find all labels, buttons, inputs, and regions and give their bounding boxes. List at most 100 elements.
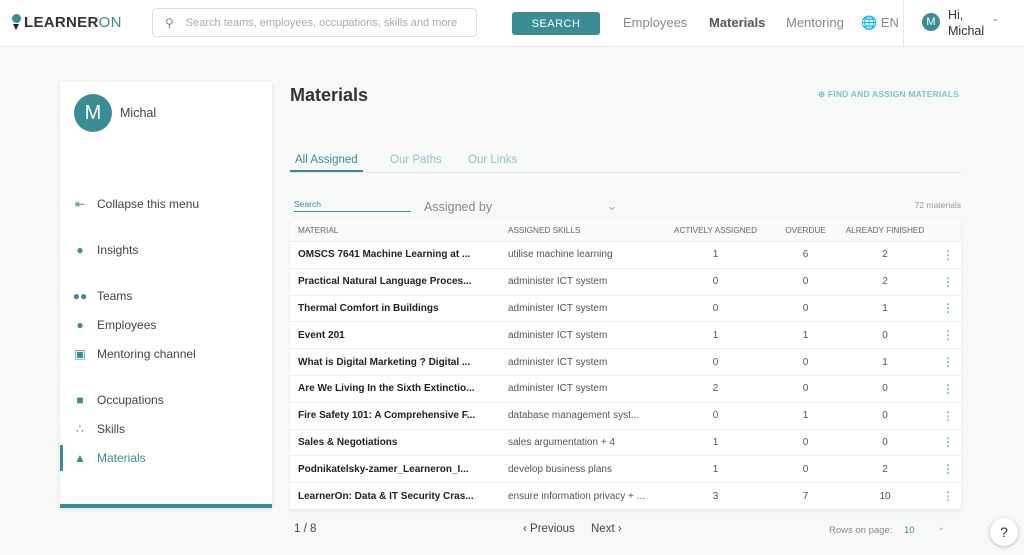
table-row[interactable]: Thermal Comfort in Buildings administer I… bbox=[290, 296, 961, 323]
lightbulb-icon: ● bbox=[76, 243, 84, 257]
language-selector[interactable]: 🌐 EN bbox=[861, 15, 899, 31]
material-name[interactable]: Sales & Negotiations bbox=[290, 437, 500, 448]
nav-employees[interactable]: Employees bbox=[623, 15, 687, 30]
already-finished: 1 bbox=[882, 302, 888, 314]
assigned-skills: sales argumentation + 4 bbox=[508, 436, 616, 448]
more-options-icon[interactable]: ⋮ bbox=[935, 489, 961, 503]
sidebar-item-mentoring-channel[interactable]: ▣ Mentoring channel bbox=[60, 341, 272, 367]
next-button[interactable]: Next › bbox=[591, 523, 622, 535]
material-name[interactable]: LearnerOn: Data & IT Security Cras... bbox=[290, 491, 500, 502]
already-finished: 2 bbox=[882, 463, 888, 475]
find-and-assign-materials-link[interactable]: ⊕ FIND AND ASSIGN MATERIALS bbox=[818, 89, 959, 100]
table-row[interactable]: Fire Safety 101: A Comprehensive F... dat… bbox=[290, 403, 961, 430]
skills-icon: ∴ bbox=[76, 422, 84, 436]
chevron-down-icon: ⌄ bbox=[937, 522, 945, 533]
table-row[interactable]: Podnikatelsky-zamer_Learneron_I... develo… bbox=[290, 456, 961, 484]
tab-our-links[interactable]: Our Links bbox=[468, 154, 517, 166]
rows-per-page-select[interactable]: 10 ⌄ bbox=[904, 522, 949, 536]
help-button[interactable]: ? bbox=[990, 518, 1018, 546]
briefcase-icon: ■ bbox=[76, 393, 84, 407]
table-row[interactable]: Sales & Negotiations sales argumentation … bbox=[290, 430, 961, 457]
assigned-skills: database management syst... bbox=[508, 410, 640, 422]
assigned-skills: administer ICT system bbox=[508, 383, 608, 395]
plus-circle-icon: ⊕ bbox=[818, 89, 826, 99]
already-finished: 0 bbox=[882, 436, 888, 448]
sidebar-item-occupations[interactable]: ■ Occupations bbox=[60, 387, 272, 413]
rows-per-page-label: Rows on page: bbox=[829, 525, 893, 536]
already-finished: 0 bbox=[882, 410, 888, 422]
table-row[interactable]: Are We Living In the Sixth Extinctio... a… bbox=[290, 376, 961, 403]
more-options-icon[interactable]: ⋮ bbox=[935, 275, 961, 289]
column-header[interactable]: ACTIVELY ASSIGNED bbox=[655, 226, 776, 235]
sidebar-item-label: Mentoring channel bbox=[97, 347, 196, 361]
more-options-icon[interactable]: ⋮ bbox=[935, 328, 961, 342]
table-row[interactable]: What is Digital Marketing ? Digital ... a… bbox=[290, 349, 961, 376]
column-header[interactable]: OVERDUE bbox=[776, 226, 835, 235]
column-header[interactable]: MATERIAL bbox=[290, 226, 500, 235]
top-bar: LEARNERON ⚲ Search teams, employees, occu… bbox=[0, 0, 1024, 47]
previous-button[interactable]: ‹ Previous bbox=[523, 523, 575, 535]
assigned-skills: administer ICT system bbox=[508, 329, 608, 341]
nav-materials[interactable]: Materials bbox=[709, 15, 765, 30]
table-search-input[interactable]: Search bbox=[294, 199, 411, 212]
column-header[interactable]: ALREADY FINISHED bbox=[835, 226, 935, 235]
person-icon: ● bbox=[76, 318, 84, 332]
table-row[interactable]: Event 201 administer ICT system 1 1 0 ⋮ bbox=[290, 322, 961, 350]
material-name[interactable]: Practical Natural Language Proces... bbox=[290, 276, 500, 287]
actively-assigned: 0 bbox=[712, 410, 719, 422]
sidebar-item-insights[interactable]: ● Insights bbox=[60, 237, 272, 263]
material-name[interactable]: Event 201 bbox=[290, 330, 500, 341]
tab-our-paths[interactable]: Our Paths bbox=[390, 154, 442, 166]
material-name[interactable]: Podnikatelsky-zamer_Learneron_I... bbox=[290, 464, 500, 475]
table-row[interactable]: LearnerOn: Data & IT Security Cras... ens… bbox=[290, 483, 961, 510]
user-menu[interactable]: M Hi, Michal ⌄ bbox=[903, 0, 1024, 47]
table-row[interactable]: OMSCS 7641 Machine Learning at ... utilis… bbox=[290, 242, 961, 269]
more-options-icon[interactable]: ⋮ bbox=[935, 462, 961, 476]
assigned-skills: utilise machine learning bbox=[508, 249, 613, 261]
sidebar-item-materials[interactable]: ▲ Materials bbox=[60, 445, 272, 471]
more-options-icon[interactable]: ⋮ bbox=[935, 301, 961, 315]
overdue: 7 bbox=[802, 490, 809, 502]
sidebar-item-skills[interactable]: ∴ Skills bbox=[60, 416, 272, 442]
more-options-icon[interactable]: ⋮ bbox=[935, 248, 961, 262]
tab-all-assigned[interactable]: All Assigned bbox=[290, 154, 363, 172]
sidebar-item-label: Insights bbox=[97, 243, 139, 257]
more-options-icon[interactable]: ⋮ bbox=[935, 435, 961, 449]
already-finished: 0 bbox=[882, 383, 888, 395]
chevron-down-icon: ⌄ bbox=[606, 199, 617, 213]
more-options-icon[interactable]: ⋮ bbox=[935, 355, 961, 369]
already-finished: 2 bbox=[882, 249, 888, 261]
material-name[interactable]: What is Digital Marketing ? Digital ... bbox=[290, 357, 500, 368]
logo[interactable]: LEARNERON bbox=[12, 14, 122, 31]
search-button[interactable]: SEARCH bbox=[512, 12, 600, 35]
chevron-right-icon: › bbox=[617, 523, 622, 535]
overdue: 0 bbox=[802, 276, 809, 288]
rows-per-page-value: 10 bbox=[904, 525, 915, 536]
overdue: 0 bbox=[802, 436, 809, 448]
assigned-by-select[interactable]: Assigned by ⌄ bbox=[424, 199, 617, 214]
next-label: Next bbox=[591, 523, 615, 535]
assigned-skills: ensure information privacy + ... bbox=[508, 490, 646, 502]
material-name[interactable]: Are We Living In the Sixth Extinctio... bbox=[290, 383, 500, 394]
sidebar-avatar: M bbox=[74, 94, 112, 132]
table-row[interactable]: Practical Natural Language Proces... admi… bbox=[290, 269, 961, 296]
chat-icon: ▣ bbox=[74, 347, 86, 361]
global-search-input[interactable]: ⚲ Search teams, employees, occupations, s… bbox=[152, 8, 477, 37]
sidebar-item-employees[interactable]: ● Employees bbox=[60, 312, 272, 338]
more-options-icon[interactable]: ⋮ bbox=[935, 409, 961, 423]
material-name[interactable]: Fire Safety 101: A Comprehensive F... bbox=[290, 410, 500, 421]
sidebar-item-teams[interactable]: ●● Teams bbox=[60, 283, 272, 309]
overdue: 0 bbox=[802, 383, 809, 395]
page-indicator: 1 / 8 bbox=[294, 523, 317, 535]
sidebar-item-collapse[interactable]: ⇤ Collapse this menu bbox=[60, 191, 272, 217]
material-name[interactable]: OMSCS 7641 Machine Learning at ... bbox=[290, 249, 500, 260]
nav-mentoring[interactable]: Mentoring bbox=[786, 15, 844, 30]
language-label: EN bbox=[880, 15, 899, 30]
already-finished: 0 bbox=[882, 329, 888, 341]
more-options-icon[interactable]: ⋮ bbox=[935, 382, 961, 396]
actively-assigned: 0 bbox=[712, 276, 719, 288]
previous-label: Previous bbox=[530, 523, 575, 535]
material-name[interactable]: Thermal Comfort in Buildings bbox=[290, 303, 500, 314]
column-header[interactable]: ASSIGNED SKILLS bbox=[500, 226, 655, 235]
materials-table: MATERIAL ASSIGNED SKILLS ACTIVELY ASSIGN… bbox=[290, 220, 961, 510]
